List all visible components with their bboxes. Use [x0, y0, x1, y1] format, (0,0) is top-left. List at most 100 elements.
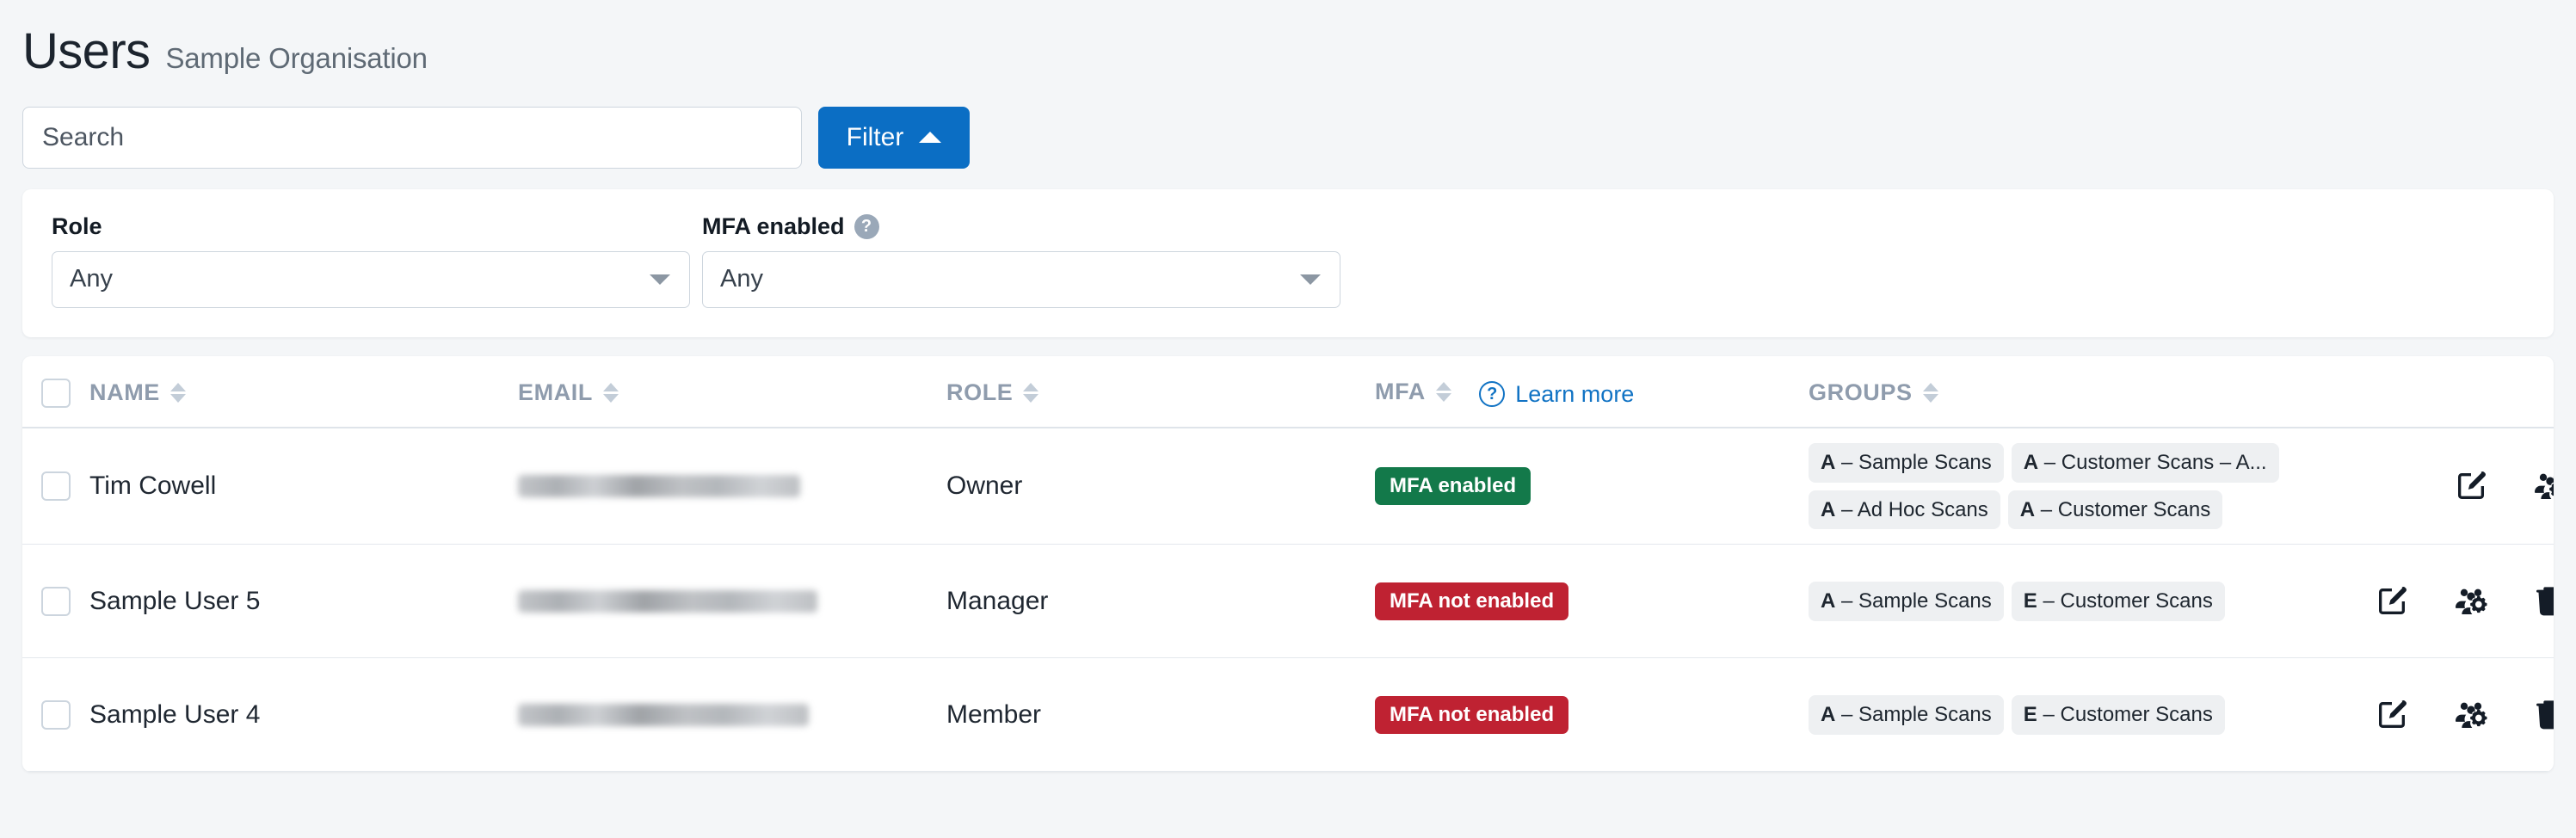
column-header-mfa-label: MFA [1375, 379, 1426, 405]
mfa-select[interactable]: Any [702, 250, 1340, 308]
users-page: Users Sample Organisation Filter Role An… [0, 0, 2576, 838]
sort-icon-groups[interactable] [1922, 383, 1938, 404]
column-header-role[interactable]: ROLE [946, 355, 1375, 428]
user-role-cell: Owner [946, 427, 1375, 545]
column-header-name-label: NAME [89, 379, 160, 406]
row-actions-cell [2325, 657, 2554, 773]
column-header-groups[interactable]: GROUPS [1809, 355, 2325, 428]
mfa-learn-more-label: Learn more [1515, 380, 1635, 407]
row-actions [2325, 584, 2554, 619]
user-mfa-cell: MFA not enabled [1375, 657, 1809, 773]
user-email-cell [518, 544, 946, 659]
row-actions-cell [2325, 544, 2554, 659]
user-name: Sample User 5 [89, 586, 261, 615]
delete-user-button[interactable] [2533, 584, 2554, 619]
edit-user-button[interactable] [2375, 698, 2409, 732]
sort-icon-email[interactable] [603, 383, 619, 404]
user-groups-cell: A – Sample Scans E – Customer Scans [1809, 657, 2325, 773]
table-row: Sample User 4 Member MFA not enabled A – Sa… [22, 657, 2554, 773]
chevron-down-icon [1300, 274, 1321, 285]
column-header-groups-label: GROUPS [1809, 379, 1913, 406]
mfa-status-badge: MFA enabled [1375, 467, 1531, 506]
row-checkbox[interactable] [41, 471, 71, 502]
user-role-cell: Manager [946, 544, 1375, 659]
user-role: Manager [946, 586, 1049, 615]
group-chip[interactable]: A – Ad Hoc Scans [1809, 490, 2000, 530]
manage-groups-button[interactable] [2454, 584, 2488, 619]
mfa-status-badge: MFA not enabled [1375, 695, 1569, 734]
select-all-header [22, 355, 89, 428]
group-chip[interactable]: A – Customer Scans – A... [2011, 442, 2279, 483]
user-name: Sample User 4 [89, 699, 261, 729]
group-chip[interactable]: E – Customer Scans [2011, 695, 2225, 735]
pencil-square-icon [2375, 698, 2409, 732]
manage-groups-button[interactable] [2454, 698, 2488, 732]
user-name-cell: Sample User 4 [89, 657, 518, 773]
user-name: Tim Cowell [89, 471, 217, 501]
table-header: NAME EMAIL ROLE MFA ? Learn more GROUPS [22, 355, 2554, 428]
row-actions-cell [2325, 427, 2554, 545]
users-gear-icon [2533, 469, 2554, 503]
row-select-cell [22, 427, 89, 545]
user-email-cell [518, 427, 946, 545]
trash-icon [2533, 698, 2554, 732]
user-mfa-cell: MFA not enabled [1375, 544, 1809, 659]
users-gear-icon [2454, 698, 2488, 732]
mfa-select-value: Any [720, 265, 763, 293]
chevron-down-icon [650, 274, 670, 285]
trash-icon [2533, 584, 2554, 619]
page-header: Users Sample Organisation [0, 0, 2576, 79]
search-toolbar: Filter [0, 79, 2576, 169]
table-row: Tim Cowell Owner MFA enabled A – Sample Sca… [22, 427, 2554, 545]
sort-icon-role[interactable] [1023, 383, 1039, 404]
sort-icon-name[interactable] [169, 383, 186, 404]
group-chip[interactable]: A – Customer Scans [2007, 490, 2223, 530]
filter-panel: Role Any MFA enabled ? Any [22, 188, 2554, 337]
organisation-name: Sample Organisation [165, 42, 428, 74]
row-checkbox[interactable] [41, 699, 71, 730]
user-role-cell: Member [946, 657, 1375, 773]
filter-fields: Role Any MFA enabled ? Any [52, 213, 2524, 308]
user-email-cell [518, 657, 946, 773]
user-groups-cell: A – Sample Scans A – Customer Scans – A..… [1809, 427, 2325, 545]
users-table-card: NAME EMAIL ROLE MFA ? Learn more GROUPS … [22, 355, 2554, 773]
column-header-email[interactable]: EMAIL [518, 355, 946, 428]
group-chip-list: A – Sample Scans A – Customer Scans – A..… [1809, 442, 2290, 530]
caret-up-icon [919, 132, 942, 144]
help-circle-outline-icon: ? [1479, 381, 1506, 408]
help-circle-icon[interactable]: ? [854, 213, 879, 239]
group-chip-list: A – Sample Scans E – Customer Scans [1809, 695, 2290, 735]
page-title: Users [22, 23, 151, 79]
row-checkbox[interactable] [41, 586, 71, 616]
column-header-name[interactable]: NAME [89, 355, 518, 428]
mfa-learn-more-link[interactable]: ? Learn more [1479, 381, 1634, 408]
group-chip[interactable]: A – Sample Scans [1809, 442, 2004, 483]
group-chip[interactable]: A – Sample Scans [1809, 695, 2004, 735]
filter-button-label: Filter [846, 122, 904, 151]
pencil-square-icon [2375, 584, 2409, 619]
filter-button[interactable]: Filter [818, 106, 970, 169]
user-name-cell: Sample User 5 [89, 544, 518, 659]
select-all-checkbox[interactable] [41, 378, 71, 408]
column-header-mfa[interactable]: MFA ? Learn more [1375, 355, 1809, 428]
user-name-cell: Tim Cowell [89, 427, 518, 545]
table-row: Sample User 5 Manager MFA not enabled A – S… [22, 544, 2554, 659]
mfa-status-badge: MFA not enabled [1375, 582, 1569, 620]
group-chip[interactable]: E – Customer Scans [2011, 582, 2225, 621]
row-select-cell [22, 657, 89, 773]
group-chip[interactable]: A – Sample Scans [1809, 582, 2004, 621]
manage-groups-button[interactable] [2533, 469, 2554, 503]
redacted-email [518, 703, 809, 726]
sort-icon-mfa[interactable] [1435, 382, 1451, 403]
user-role: Owner [946, 471, 1023, 501]
delete-user-button[interactable] [2533, 698, 2554, 732]
redacted-email [518, 475, 800, 498]
search-input[interactable] [22, 106, 802, 169]
row-actions [2325, 469, 2554, 503]
user-groups-cell: A – Sample Scans E – Customer Scans [1809, 544, 2325, 659]
edit-user-button[interactable] [2375, 584, 2409, 619]
mfa-filter-label: MFA enabled ? [702, 213, 1340, 240]
edit-user-button[interactable] [2454, 469, 2488, 503]
table-body: Tim Cowell Owner MFA enabled A – Sample Sca… [22, 427, 2554, 773]
role-select[interactable]: Any [52, 250, 690, 308]
